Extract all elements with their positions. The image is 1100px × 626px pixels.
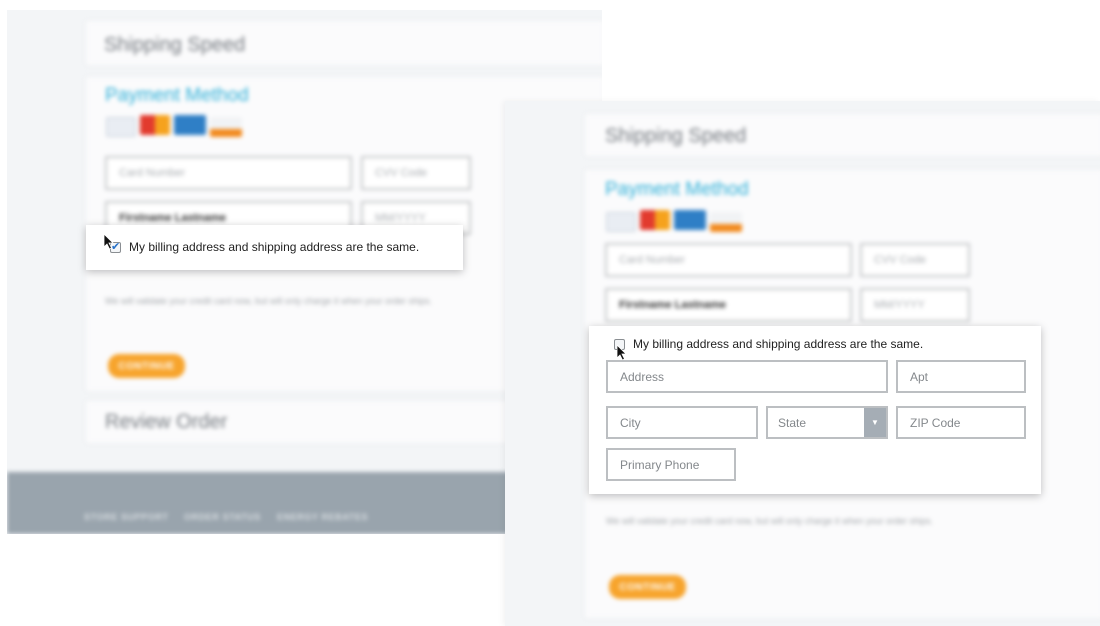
city-input[interactable]: City [606,406,758,439]
footer-link-order-status[interactable]: ORDER STATUS [184,512,261,522]
expiry-input-right[interactable]: MM/YYYY [860,288,970,322]
zip-code-input[interactable]: ZIP Code [896,406,1026,439]
cvv-input[interactable]: CVV Code [361,156,471,190]
review-order-title: Review Order [105,411,228,433]
billing-same-popup-checked: My billing address and shipping address … [86,225,463,270]
shipping-speed-title: Shipping Speed [104,34,246,56]
shipping-speed-section-right[interactable]: Shipping Speed [584,113,1100,157]
address-input[interactable]: Address [606,360,888,393]
shipping-speed-title-right: Shipping Speed [605,125,747,147]
cvv-input-right[interactable]: CVV Code [860,243,970,277]
mastercard-icon-right [640,210,670,230]
continue-button-right[interactable]: CONTINUE [609,575,686,599]
validation-note-right: We will validate your credit card now, b… [606,516,933,526]
billing-same-label: My billing address and shipping address … [129,240,420,254]
payment-method-title: Payment Method [105,85,249,106]
apt-input[interactable]: Apt [896,360,1026,393]
state-select-label: State [778,415,807,430]
cardholder-name-input-right[interactable]: Firstname Lastname [605,288,852,322]
amex-icon [174,115,206,135]
discover-icon [210,117,242,137]
discover-icon-right [710,212,742,232]
billing-same-label-right: My billing address and shipping address … [633,337,924,351]
comparison-stage: Shipping Speed Payment Method Card Numbe… [0,0,1100,626]
state-select[interactable]: State ▼ [766,406,888,439]
footer-link-energy-rebates[interactable]: ENERGY REBATES [277,512,368,522]
visa-icon [106,117,136,137]
continue-button[interactable]: CONTINUE [108,354,185,378]
primary-phone-input[interactable]: Primary Phone [606,448,736,481]
visa-icon-right [606,212,636,232]
mastercard-icon [140,115,170,135]
billing-address-popup: My billing address and shipping address … [589,326,1041,494]
billing-same-row-right[interactable]: My billing address and shipping address … [614,337,923,351]
shipping-speed-section[interactable]: Shipping Speed [85,20,602,66]
payment-method-title-right: Payment Method [605,179,749,200]
chevron-down-icon: ▼ [864,408,886,437]
card-number-input[interactable]: Card Number [105,156,352,190]
billing-same-row[interactable]: My billing address and shipping address … [110,240,419,254]
amex-icon-right [674,210,706,230]
validation-note: We will validate your credit card now, b… [105,296,432,306]
card-number-input-right[interactable]: Card Number [605,243,852,277]
footer-link-store-support[interactable]: STORE SUPPORT [84,512,169,522]
